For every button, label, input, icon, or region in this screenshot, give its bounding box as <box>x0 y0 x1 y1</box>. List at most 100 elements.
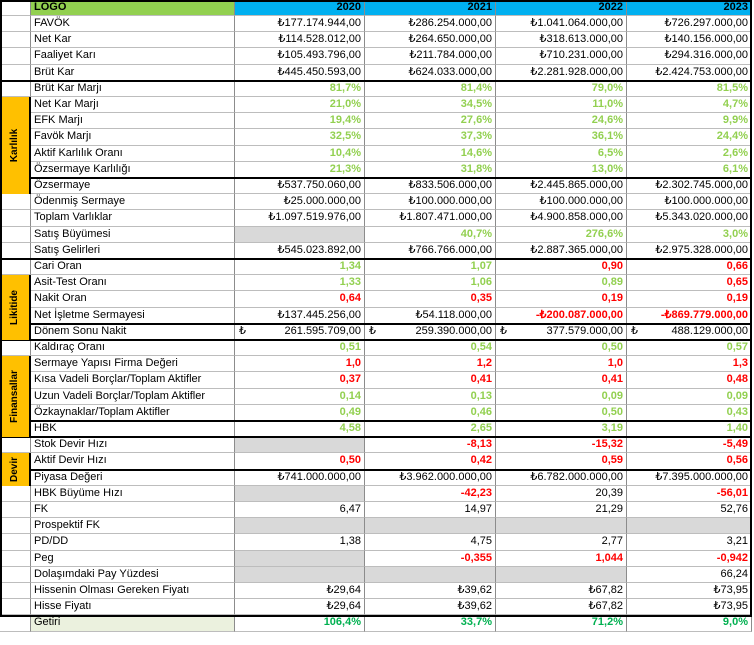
value-cell: -5,49 <box>627 437 752 453</box>
value-cell: ₺445.450.593,00 <box>235 65 365 81</box>
financial-spreadsheet: LOGO 2020 2021 2022 2023 FAVÖK ₺177.174.944,00… <box>0 0 752 632</box>
value-cell: 1,34 <box>235 259 365 275</box>
row-label: Peg <box>31 551 235 567</box>
value-cell: 81,5% <box>627 81 752 97</box>
row-label: Özkaynaklar/Toplam Aktifler <box>31 405 235 421</box>
row-label: Özsermaye <box>31 178 235 194</box>
value-cell: ₺4.900.858.000,00 <box>496 210 627 227</box>
value-cell: ₺100.000.000,00 <box>365 194 496 210</box>
value-cell: 1,044 <box>496 551 627 567</box>
value-cell: 19,4% <box>235 113 365 129</box>
value-cell: ₺624.033.000,00 <box>365 65 496 81</box>
value-cell: ₺537.750.060,00 <box>235 178 365 194</box>
value-cell: 1,07 <box>365 259 496 275</box>
value-cell: ₺1.041.064.000,00 <box>496 16 627 32</box>
row-label: Kaldıraç Oranı <box>31 340 235 356</box>
value-cell: 0,54 <box>365 340 496 356</box>
header-corner <box>0 0 31 16</box>
value-cell: ₺29,64 <box>235 599 365 615</box>
value-cell: ₺25.000.000,00 <box>235 194 365 210</box>
value-cell: 21,3% <box>235 162 365 178</box>
row-label: Faaliyet Karı <box>31 48 235 65</box>
value-cell: ₺741.000.000,00 <box>235 470 365 486</box>
value-cell: 37,3% <box>365 129 496 146</box>
value-cell: ₺3.962.000.000,00 <box>365 470 496 486</box>
value-cell: -42,23 <box>365 486 496 502</box>
value-cell: 0,19 <box>496 291 627 308</box>
value-cell: 14,6% <box>365 146 496 162</box>
value-cell: ₺140.156.000,00 <box>627 32 752 48</box>
value-cell: ₺105.493.796,00 <box>235 48 365 65</box>
value-cell: 27,6% <box>365 113 496 129</box>
value-cell: ₺766.766.000,00 <box>365 243 496 259</box>
value-cell: 11,0% <box>496 97 627 113</box>
category-empty <box>0 551 31 567</box>
value-cell: 0,89 <box>496 275 627 291</box>
value-cell: 0,41 <box>496 372 627 389</box>
value-cell: 24,6% <box>496 113 627 129</box>
value-cell: ₺39,62 <box>365 583 496 599</box>
category-empty <box>0 486 31 502</box>
value-cell: ₺5.343.020.000,00 <box>627 210 752 227</box>
row-label: Satış Gelirleri <box>31 243 235 259</box>
value-cell: -15,32 <box>496 437 627 453</box>
row-label: Sermaye Yapısı Firma Değeri <box>31 356 235 372</box>
value-cell: 33,7% <box>365 615 496 632</box>
section-divider <box>0 420 752 422</box>
value-cell: 0,59 <box>496 453 627 470</box>
section-divider <box>0 469 752 471</box>
value-cell: ₺294.316.000,00 <box>627 48 752 65</box>
category-empty <box>0 567 31 583</box>
value-cell: 10,4% <box>235 146 365 162</box>
section-divider <box>0 339 752 341</box>
row-label: Hissenin Olması Gereken Fiyatı <box>31 583 235 599</box>
category-empty <box>0 48 31 65</box>
category-empty <box>0 599 31 615</box>
value-cell: ₺318.613.000,00 <box>496 32 627 48</box>
section-divider <box>0 177 752 179</box>
value-cell: 0,64 <box>235 291 365 308</box>
value-cell: 0,50 <box>235 453 365 470</box>
category-empty <box>0 210 31 227</box>
value-cell: 276,6% <box>496 227 627 243</box>
value-cell: 0,09 <box>496 389 627 405</box>
value-cell: 0,13 <box>365 389 496 405</box>
value-cell <box>235 551 365 567</box>
value-cell: 0,48 <box>627 372 752 389</box>
section-divider <box>0 436 752 438</box>
value-cell <box>235 437 365 453</box>
value-cell: 34,5% <box>365 97 496 113</box>
cash-value: 259.390.000,00 <box>415 325 492 337</box>
category-empty <box>0 615 31 632</box>
value-cell: 4,7% <box>627 97 752 113</box>
row-label: FK <box>31 502 235 518</box>
row-label: Hisse Fiyatı <box>31 599 235 615</box>
value-cell: 52,76 <box>627 502 752 518</box>
value-cell: 71,2% <box>496 615 627 632</box>
row-label: PD/DD <box>31 534 235 551</box>
category-label: Likitide <box>0 275 31 340</box>
value-cell: ₺29,64 <box>235 583 365 599</box>
value-cell: 32,5% <box>235 129 365 146</box>
row-label: Brüt Kar Marjı <box>31 81 235 97</box>
value-cell: 0,42 <box>365 453 496 470</box>
row-label: Favök Marjı <box>31 129 235 146</box>
value-cell <box>235 567 365 583</box>
value-cell: 6,1% <box>627 162 752 178</box>
cash-value: 377.579.000,00 <box>546 325 623 337</box>
row-label: HBK <box>31 421 235 437</box>
row-label: Aktif Devir Hızı <box>31 453 235 470</box>
row-label: Piyasa Değeri <box>31 470 235 486</box>
value-cell: 4,58 <box>235 421 365 437</box>
section-divider <box>0 80 752 82</box>
category-empty <box>0 16 31 32</box>
value-cell: ₺114.528.012,00 <box>235 32 365 48</box>
value-cell: 66,24 <box>627 567 752 583</box>
row-label: Nakit Oran <box>31 291 235 308</box>
lira-symbol: ₺ <box>500 325 507 337</box>
header-year: 2023 <box>627 0 752 16</box>
header-year: 2020 <box>235 0 365 16</box>
value-cell: 0,14 <box>235 389 365 405</box>
value-cell: 81,4% <box>365 81 496 97</box>
value-cell: 0,50 <box>496 405 627 421</box>
